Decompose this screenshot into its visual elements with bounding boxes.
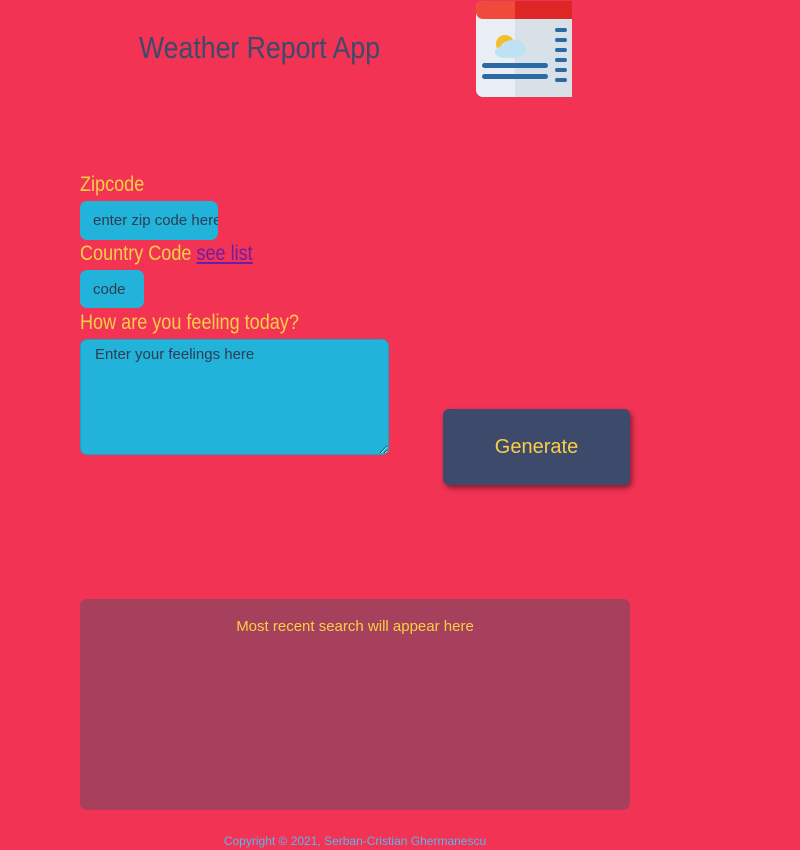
zipcode-label: Zipcode [80,173,145,196]
weather-news-icon [476,1,572,97]
results-panel: Most recent search will appear here [80,599,630,810]
results-placeholder: Most recent search will appear here [236,618,474,635]
footer-copyright: Copyright © 2021, Serban-Cristian Gherma… [223,834,487,848]
country-code-label: Country Code see list [80,242,253,266]
country-code-label-text: Country Code [80,242,192,265]
see-list-link[interactable]: see list [196,242,252,265]
feelings-textarea[interactable] [80,339,389,455]
zipcode-input[interactable] [80,201,218,240]
feelings-label: How are you feeling today? [80,311,299,334]
country-code-input[interactable] [80,270,144,308]
generate-button[interactable]: Generate [443,409,630,485]
app-title: Weather Report App [139,30,381,65]
